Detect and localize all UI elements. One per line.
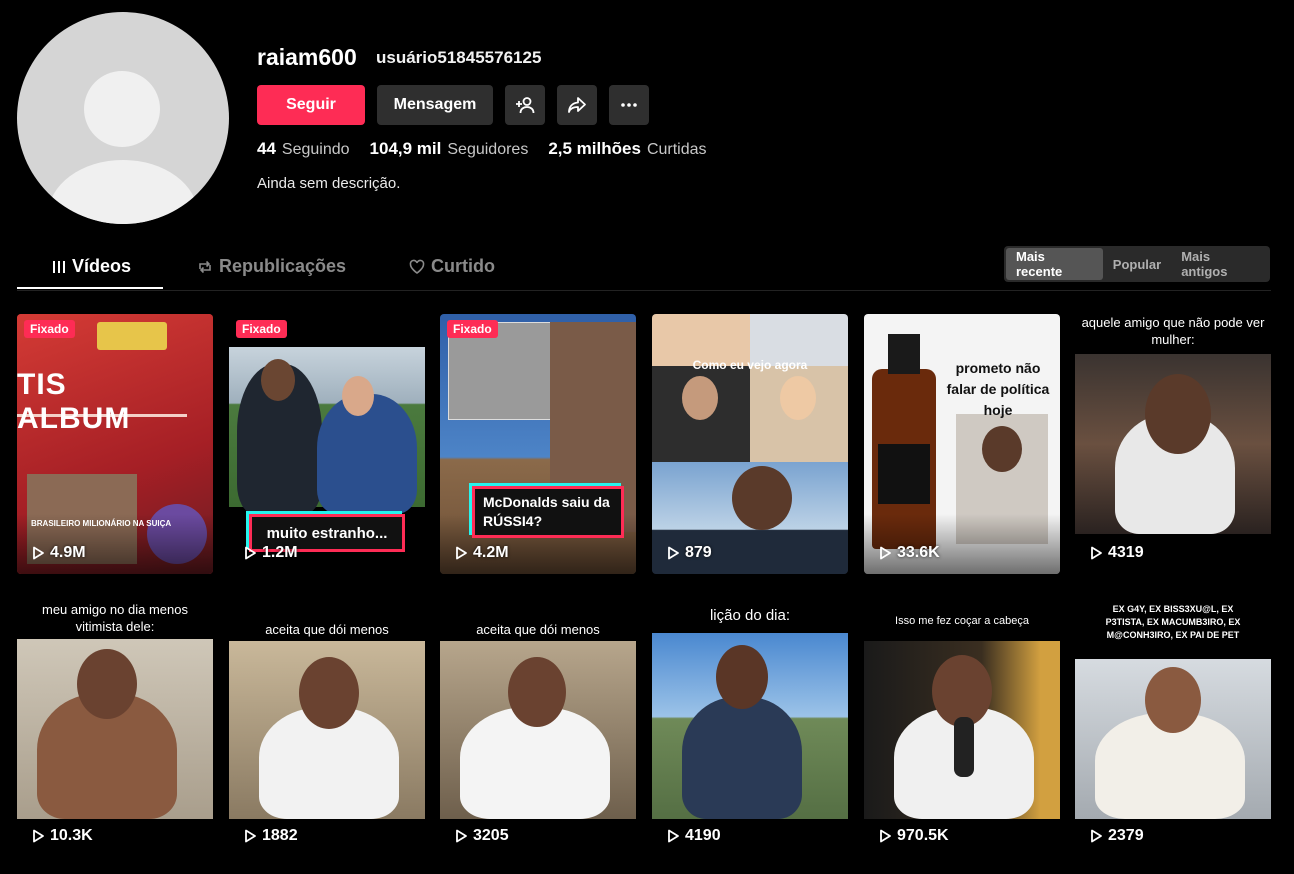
message-button[interactable]: Mensagem [377, 85, 493, 125]
pinned-badge: Fixado [447, 320, 498, 338]
view-count: 10.3K [32, 827, 93, 845]
tab-videos[interactable]: Vídeos [52, 256, 131, 277]
play-icon [456, 829, 467, 843]
tab-videos-label: Vídeos [72, 256, 132, 276]
play-icon [880, 546, 891, 560]
active-tab-indicator [17, 287, 163, 289]
video-caption: aceita que dói menos [265, 622, 389, 637]
video-overlay-text: Como eu vejo agora [692, 358, 808, 372]
video-overlay-text: prometo não falar de política hoje [946, 360, 1050, 418]
play-icon [1091, 546, 1102, 560]
view-count: 3205 [455, 827, 509, 845]
view-count: 1882 [244, 827, 298, 845]
repost-icon [199, 260, 211, 273]
video-caption: lição do dia: [709, 607, 791, 624]
follow-button[interactable]: Seguir [257, 85, 365, 125]
video-card[interactable]: aquele amigo que não pode ver mulher: 43… [1075, 314, 1271, 574]
followers-count: 104,9 mil [369, 139, 442, 158]
likes-label: Curtidas [646, 141, 707, 158]
sort-selector: Mais recente Popular Mais antigos [1004, 246, 1270, 282]
video-card[interactable]: TIS ALBUM BRASILEIRO MILIONÁRIO NA SUIÇA… [17, 314, 213, 574]
play-icon [33, 829, 44, 843]
play-icon [1091, 829, 1102, 843]
view-count: 33.6K [879, 544, 940, 562]
pinned-badge: Fixado [236, 320, 287, 338]
more-options-button[interactable] [609, 85, 649, 125]
video-caption: EX G4Y, EX BISS3XU@L, EX P3TISTA, EX MAC… [1105, 604, 1241, 640]
view-count: 879 [667, 544, 712, 562]
play-icon [668, 546, 679, 560]
profile-bio: Ainda sem descrição. [257, 175, 401, 192]
video-overlay-text: TIS ALBUM [17, 368, 131, 435]
profile-username: raiam600 [257, 44, 357, 70]
pinned-badge: Fixado [24, 320, 75, 338]
video-card[interactable]: Isso me fez coçar a cabeça 970.5K [864, 597, 1060, 857]
video-card[interactable]: Como eu vejo agora 879 [652, 314, 848, 574]
share-icon [568, 97, 586, 113]
sort-recent[interactable]: Mais recente [1006, 248, 1103, 280]
play-icon [668, 829, 679, 843]
play-icon [245, 546, 256, 560]
video-caption: meu amigo no dia menos vitimista dele: [42, 602, 188, 634]
share-button[interactable] [557, 85, 597, 125]
video-overlay-text: McDonalds saiu da RÚSSI4? [472, 486, 624, 538]
following-label[interactable]: Seguindo [282, 141, 350, 159]
grid-icon [53, 260, 65, 273]
profile-handle: usuário51845576125 [376, 48, 542, 67]
view-count: 4.2M [455, 544, 509, 562]
followers-label[interactable]: Seguidores [447, 141, 528, 159]
video-card[interactable]: aceita que dói menos 3205 [440, 597, 636, 857]
video-card[interactable]: meu amigo no dia menos vitimista dele: 1… [17, 597, 213, 857]
tab-liked[interactable]: Curtido [409, 256, 495, 277]
view-count: 4.9M [32, 544, 86, 562]
video-caption: BRASILEIRO MILIONÁRIO NA SUIÇA [31, 519, 172, 528]
heart-outline-icon [409, 259, 425, 274]
play-icon [456, 546, 467, 560]
add-user-icon [516, 97, 535, 114]
view-count: 2379 [1090, 827, 1144, 845]
video-card[interactable]: lição do dia: 4190 [652, 597, 848, 857]
video-card[interactable]: prometo não falar de política hoje 33.6K [864, 314, 1060, 574]
view-count: 4190 [667, 827, 721, 845]
video-caption: Isso me fez coçar a cabeça [895, 615, 1029, 627]
play-icon [880, 829, 891, 843]
play-icon [245, 829, 256, 843]
tab-reposts[interactable]: Republicações [197, 256, 346, 277]
video-card[interactable]: EX G4Y, EX BISS3XU@L, EX P3TISTA, EX MAC… [1075, 597, 1271, 857]
video-caption: aceita que dói menos [476, 622, 600, 637]
likes-count: 2,5 milhões [548, 139, 641, 158]
video-card[interactable]: muito estranho... Fixado 1.2M [229, 314, 425, 574]
avatar [17, 12, 229, 224]
video-card[interactable]: McDonalds saiu da RÚSSI4? Fixado 4.2M [440, 314, 636, 574]
sort-popular[interactable]: Popular [1103, 248, 1171, 280]
tab-liked-label: Curtido [431, 256, 495, 276]
view-count: 1.2M [244, 544, 298, 562]
view-count: 970.5K [879, 827, 949, 845]
tab-reposts-label: Republicações [219, 256, 347, 276]
sort-oldest[interactable]: Mais antigos [1171, 248, 1268, 280]
play-icon [33, 546, 44, 560]
profile-stats: 44 Seguindo 104,9 mil Seguidores 2,5 mil… [257, 139, 727, 159]
following-count: 44 [257, 139, 276, 158]
more-dots-icon [621, 103, 637, 107]
video-card[interactable]: aceita que dói menos 1882 [229, 597, 425, 857]
view-count: 4319 [1090, 544, 1144, 562]
video-caption: aquele amigo que não pode ver mulher: [1081, 315, 1265, 347]
add-friend-button[interactable] [505, 85, 545, 125]
video-grid: TIS ALBUM BRASILEIRO MILIONÁRIO NA SUIÇA… [17, 314, 1271, 874]
